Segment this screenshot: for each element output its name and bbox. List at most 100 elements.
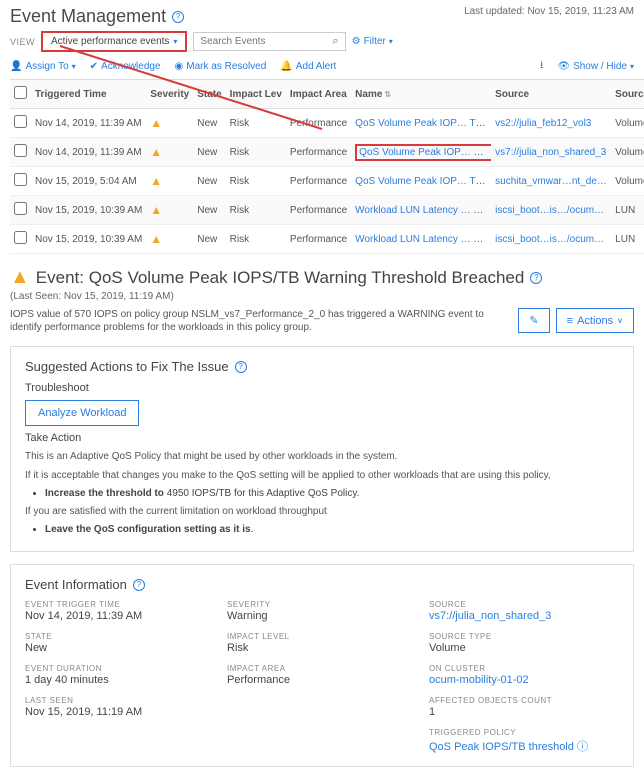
acknowledge-button[interactable]: ✔Acknowledge <box>90 61 161 72</box>
cell-state: New <box>193 138 225 167</box>
cell-state: New <box>193 196 225 225</box>
cell-severity: ▲ <box>146 167 193 196</box>
info-value: 1 <box>429 706 619 718</box>
edit-button[interactable]: ✎ <box>518 308 549 333</box>
bell-icon: 🔔 <box>280 61 292 72</box>
cell-time: Nov 14, 2019, 11:39 AM <box>31 109 146 138</box>
info-item <box>227 728 417 754</box>
analyze-workload-button[interactable]: Analyze Workload <box>25 400 139 426</box>
table-row[interactable]: Nov 15, 2019, 10:39 AM ▲ New Risk Perfor… <box>10 196 644 225</box>
info-value: Performance <box>227 674 417 686</box>
view-selector[interactable]: Active performance events▾ <box>41 31 187 52</box>
info-item: EVENT DURATION 1 day 40 minutes <box>25 664 215 686</box>
show-hide-button[interactable]: 👁Show / Hide ▾ <box>557 61 634 72</box>
mark-resolved-button[interactable]: ◉Mark as Resolved <box>175 61 267 72</box>
info-item: IMPACT LEVEL Risk <box>227 632 417 654</box>
cell-impactarea: Performance <box>286 167 351 196</box>
event-description: IOPS value of 570 IOPS on policy group N… <box>10 308 510 334</box>
leave-config-item: Leave the QoS configuration setting as i… <box>45 524 619 535</box>
info-value: Risk <box>227 642 417 654</box>
info-label: IMPACT AREA <box>227 664 417 673</box>
cell-name[interactable]: QoS Volume Peak IOP… Threshold Breached <box>351 167 491 196</box>
cell-source[interactable]: iscsi_boot…is…/ocum-c220-07 <box>491 225 611 254</box>
info-item[interactable]: ON CLUSTER ocum-mobility-01-02 <box>429 664 619 686</box>
row-checkbox[interactable] <box>14 202 27 215</box>
increase-threshold-item: Increase the threshold to 4950 IOPS/TB f… <box>45 488 619 499</box>
cell-severity: ▲ <box>146 196 193 225</box>
col-triggered[interactable]: Triggered Time <box>31 80 146 109</box>
table-row[interactable]: Nov 15, 2019, 10:39 AM ▲ New Risk Perfor… <box>10 225 644 254</box>
cell-name[interactable]: Workload LUN Latency … Service Level Pol… <box>351 225 491 254</box>
help-icon[interactable]: ? <box>133 579 145 591</box>
col-sourcety[interactable]: Source Ty <box>611 80 644 109</box>
info-item: SOURCE TYPE Volume <box>429 632 619 654</box>
cell-name[interactable]: QoS Volume Peak IOP… Threshold Breached <box>351 138 491 167</box>
table-row[interactable]: Nov 15, 2019, 5:04 AM ▲ New Risk Perform… <box>10 167 644 196</box>
info-value: Nov 14, 2019, 11:39 AM <box>25 610 215 622</box>
row-checkbox[interactable] <box>14 173 27 186</box>
filter-button[interactable]: ⚙ Filter ▾ <box>352 36 393 47</box>
download-button[interactable]: ⭳ <box>540 58 544 75</box>
info-item: IMPACT AREA Performance <box>227 664 417 686</box>
pencil-icon: ✎ <box>529 314 538 327</box>
info-value: Volume <box>429 642 619 654</box>
cell-source[interactable]: iscsi_boot…is…/ocum-c220-01 <box>491 196 611 225</box>
help-icon[interactable]: ? <box>172 11 184 23</box>
cell-impactarea: Performance <box>286 138 351 167</box>
info-item: STATE New <box>25 632 215 654</box>
row-checkbox[interactable] <box>14 115 27 128</box>
col-impactlev[interactable]: Impact Lev <box>226 80 286 109</box>
search-input[interactable]: ⌕ <box>193 32 345 51</box>
info-label: SOURCE TYPE <box>429 632 619 641</box>
search-icon[interactable]: ⌕ <box>332 35 338 48</box>
info-value[interactable]: vs7://julia_non_shared_3 <box>429 610 619 622</box>
col-state[interactable]: State <box>193 80 225 109</box>
cell-sourcety: Volume <box>611 138 644 167</box>
col-severity[interactable]: Severity <box>146 80 193 109</box>
warning-icon: ▲ <box>150 203 162 217</box>
cell-source[interactable]: vs7://julia_non_shared_3 <box>491 138 611 167</box>
take-action-text3: If you are satisfied with the current li… <box>25 505 619 518</box>
cell-source[interactable]: suchita_vmwar…nt_delete_01 <box>491 167 611 196</box>
user-icon: 👤 <box>10 61 22 72</box>
table-row[interactable]: Nov 14, 2019, 11:39 AM ▲ New Risk Perfor… <box>10 138 644 167</box>
row-checkbox[interactable] <box>14 231 27 244</box>
info-value: Nov 15, 2019, 11:19 AM <box>25 706 215 718</box>
info-item[interactable]: TRIGGERED POLICY QoS Peak IOPS/TB thresh… <box>429 728 619 754</box>
info-label: AFFECTED OBJECTS COUNT <box>429 696 619 705</box>
select-all-checkbox[interactable] <box>14 86 27 99</box>
menu-icon: ≡ <box>567 315 573 327</box>
help-icon[interactable]: ? <box>235 361 247 373</box>
table-row[interactable]: Nov 14, 2019, 11:39 AM ▲ New Risk Perfor… <box>10 109 644 138</box>
events-table: Triggered Time Severity State Impact Lev… <box>10 79 644 254</box>
col-name[interactable]: Name⇅ <box>351 80 491 109</box>
assign-to-button[interactable]: 👤Assign To ▾ <box>10 61 76 72</box>
cell-time: Nov 15, 2019, 10:39 AM <box>31 225 146 254</box>
warning-icon: ▲ <box>150 232 162 246</box>
info-value[interactable]: ocum-mobility-01-02 <box>429 674 619 686</box>
cell-state: New <box>193 109 225 138</box>
sort-icon: ⇅ <box>384 90 391 99</box>
help-icon[interactable]: ? <box>530 272 542 284</box>
row-checkbox[interactable] <box>14 144 27 157</box>
warning-icon: ▲ <box>10 266 30 289</box>
add-alert-button[interactable]: 🔔Add Alert <box>280 61 336 72</box>
info-item: AFFECTED OBJECTS COUNT 1 <box>429 696 619 718</box>
cell-impactlev: Risk <box>226 196 286 225</box>
info-value[interactable]: QoS Peak IOPS/TB threshold ⓘ <box>429 738 619 754</box>
info-label: EVENT DURATION <box>25 664 215 673</box>
actions-button[interactable]: ≡Actions ∨ <box>556 308 634 333</box>
view-label: VIEW <box>10 37 35 47</box>
info-item[interactable]: SOURCE vs7://julia_non_shared_3 <box>429 600 619 622</box>
info-item: SEVERITY Warning <box>227 600 417 622</box>
info-label: TRIGGERED POLICY <box>429 728 619 737</box>
cell-name[interactable]: Workload LUN Latency … Service Level Pol… <box>351 196 491 225</box>
cell-source[interactable]: vs2://julia_feb12_vol3 <box>491 109 611 138</box>
warning-icon: ▲ <box>150 116 162 130</box>
event-last-seen: (Last Seen: Nov 15, 2019, 11:19 AM) <box>10 291 634 302</box>
cell-name[interactable]: QoS Volume Peak IOP… Threshold Breached <box>351 109 491 138</box>
cell-impactlev: Risk <box>226 225 286 254</box>
col-impactarea[interactable]: Impact Area <box>286 80 351 109</box>
col-source[interactable]: Source <box>491 80 611 109</box>
cell-impactarea: Performance <box>286 109 351 138</box>
